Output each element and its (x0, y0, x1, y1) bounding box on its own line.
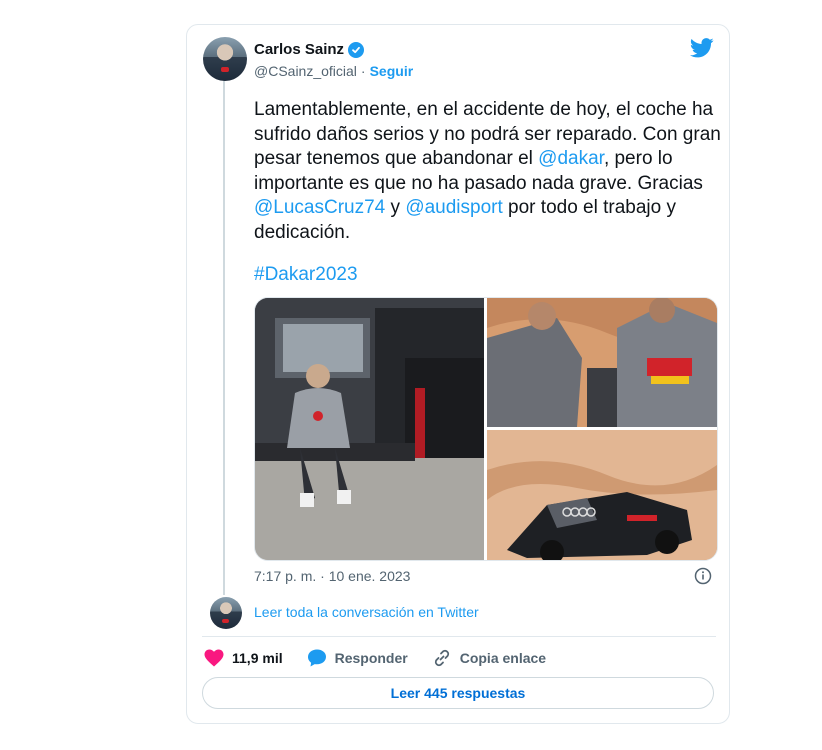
thread-connector (223, 80, 225, 595)
mention-audisport[interactable]: @audisport (405, 197, 502, 218)
media-grid (254, 297, 718, 561)
mention-dakar[interactable]: @dakar (538, 148, 604, 169)
follow-button[interactable]: Seguir (370, 63, 414, 79)
info-icon[interactable] (694, 567, 712, 585)
author-name[interactable]: Carlos Sainz (254, 41, 344, 58)
heart-icon (204, 649, 224, 667)
link-icon (434, 649, 449, 667)
author-handle[interactable]: @CSainz_oficial (254, 63, 357, 79)
verified-badge-icon (348, 41, 365, 58)
read-conversation-link[interactable]: Leer toda la conversación en Twitter (254, 604, 479, 620)
read-replies-button[interactable]: Leer 445 respuestas (202, 677, 714, 709)
photo-rally-car[interactable] (487, 430, 717, 560)
tweet-body: Lamentablemente, en el accidente de hoy,… (254, 98, 724, 245)
action-bar: 11,9 mil Responder Copia enlace (204, 648, 570, 668)
tweet-timestamp[interactable]: 7:17 p. m. · 10 ene. 2023 (254, 568, 410, 584)
conversation-avatar[interactable] (210, 597, 242, 629)
photo-driver-seated[interactable] (255, 298, 484, 560)
hashtag-dakar2023[interactable]: #Dakar2023 (254, 264, 358, 286)
author-avatar[interactable] (203, 37, 247, 81)
author-name-row[interactable]: Carlos Sainz (254, 41, 365, 58)
divider (202, 636, 716, 637)
author-handle-row: @CSainz_oficial · Seguir (254, 63, 413, 79)
speech-bubble-icon (307, 649, 326, 667)
reply-button[interactable]: Responder (307, 648, 408, 668)
reply-label: Responder (334, 650, 408, 666)
twitter-bird-icon[interactable] (690, 38, 714, 58)
like-button[interactable]: 11,9 mil (204, 649, 283, 667)
photo-driver-phone[interactable] (487, 298, 717, 427)
copy-link-label: Copia enlace (459, 650, 547, 666)
mention-lucascruz74[interactable]: @LucasCruz74 (254, 197, 385, 218)
like-count: 11,9 mil (232, 650, 283, 666)
tweet-text-part: y (385, 197, 406, 218)
copy-link-button[interactable]: Copia enlace (432, 648, 546, 668)
separator-dot: · (360, 63, 366, 79)
